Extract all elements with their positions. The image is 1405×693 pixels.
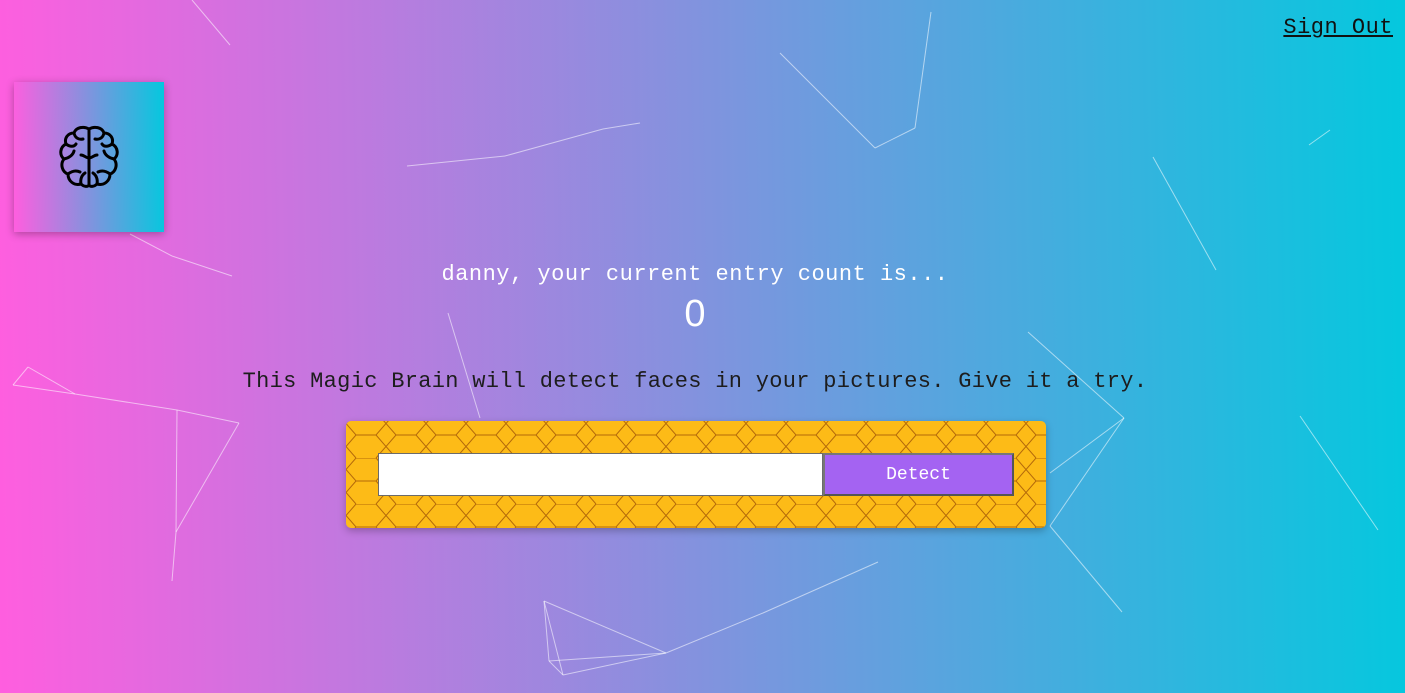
particles-background — [12, 0, 1379, 676]
entry-count-label: danny, your current entry count is... — [441, 262, 949, 287]
brain-icon — [59, 125, 119, 188]
detect-button[interactable]: Detect — [823, 453, 1014, 496]
logo-card[interactable] — [14, 82, 164, 232]
image-link-form: Detect — [346, 421, 1046, 528]
image-url-input[interactable] — [378, 453, 823, 496]
sign-out-link[interactable]: Sign Out — [1283, 15, 1393, 40]
form-row: Detect — [378, 453, 1014, 496]
intro-text: This Magic Brain will detect faces in yo… — [242, 369, 1148, 394]
rank-section: danny, your current entry count is... 0 — [0, 262, 1390, 336]
entry-count-value: 0 — [684, 293, 706, 335]
